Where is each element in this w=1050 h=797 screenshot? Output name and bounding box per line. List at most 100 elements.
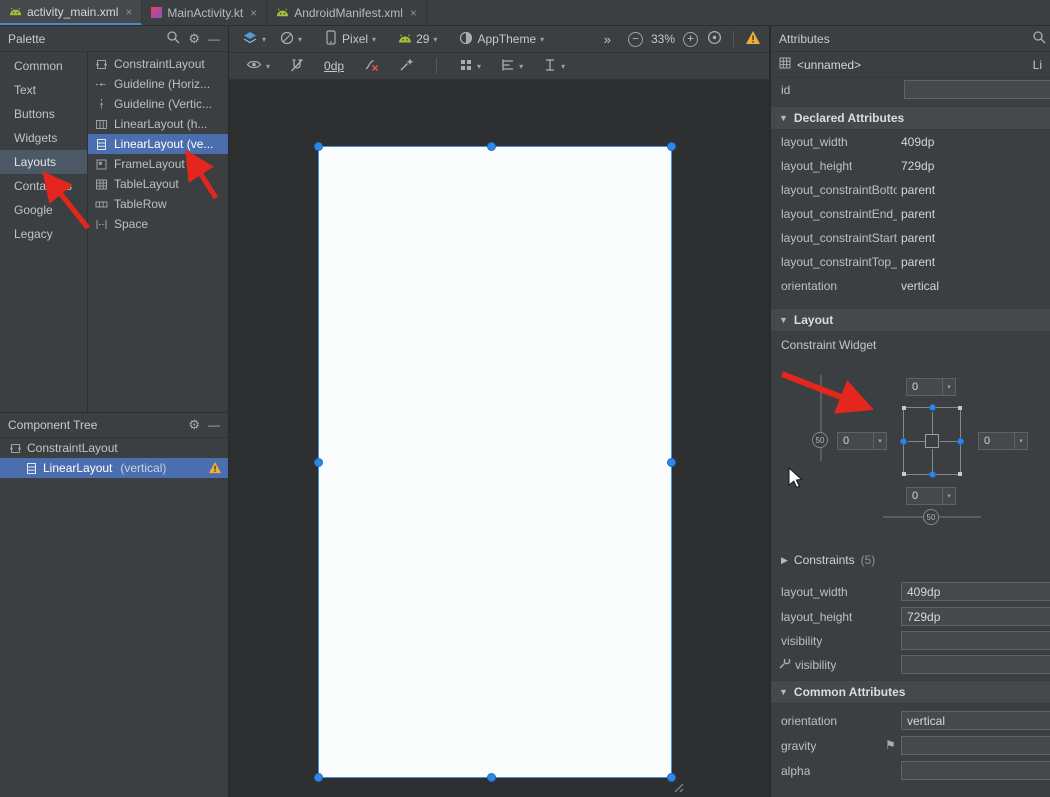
bottom-anchor[interactable]: [929, 471, 936, 478]
resize-corner-handle[interactable]: [671, 780, 685, 797]
zoom-in-button[interactable]: +: [683, 32, 698, 47]
attr-value[interactable]: parent: [901, 250, 935, 274]
orientation-field[interactable]: vertical: [901, 711, 1050, 730]
warnings-indicator-button[interactable]: [745, 30, 761, 48]
close-icon[interactable]: ×: [410, 6, 417, 20]
right-anchor[interactable]: [957, 438, 964, 445]
palette-header: Palette ⚙ —: [0, 26, 228, 52]
attr-value[interactable]: parent: [901, 226, 935, 250]
attr-value[interactable]: parent: [901, 178, 935, 202]
pack-button[interactable]: ▾: [454, 56, 486, 77]
api-level-button[interactable]: 29 ▾: [393, 30, 442, 48]
selection-handle[interactable]: [667, 142, 676, 151]
gravity-field[interactable]: [901, 736, 1050, 755]
design-surface-mode-button[interactable]: ▾: [237, 29, 271, 49]
palette-item-guideline-vertical[interactable]: Guideline (Vertic...: [88, 94, 228, 114]
palette-item-guideline-horizontal[interactable]: Guideline (Horiz...: [88, 74, 228, 94]
palette-item-linearlayout-vertical[interactable]: LinearLayout (ve...: [88, 134, 228, 154]
palette-category-containers[interactable]: Containers: [0, 174, 87, 198]
tab-mainactivity-kt[interactable]: MainActivity.kt ×: [142, 0, 267, 25]
alpha-field[interactable]: [901, 761, 1050, 780]
attr-value[interactable]: parent: [901, 202, 935, 226]
tools-visibility-field[interactable]: [901, 655, 1050, 674]
attr-value[interactable]: 729dp: [901, 154, 934, 178]
top-anchor[interactable]: [929, 404, 936, 411]
minimize-icon[interactable]: —: [208, 418, 220, 432]
guidelines-button[interactable]: ▾: [538, 56, 570, 77]
search-icon[interactable]: [166, 30, 180, 47]
zoom-out-button[interactable]: −: [628, 32, 643, 47]
infer-constraints-button[interactable]: [394, 55, 419, 77]
vertical-bias-track[interactable]: [820, 375, 822, 461]
align-button[interactable]: ▾: [496, 56, 528, 77]
palette-item-space[interactable]: Space: [88, 214, 228, 234]
palette-item-framelayout[interactable]: FrameLayout: [88, 154, 228, 174]
minimize-icon[interactable]: —: [208, 32, 220, 46]
chevron-down-icon[interactable]: ▾: [873, 433, 886, 449]
zoom-fit-button[interactable]: [707, 30, 722, 48]
gear-icon[interactable]: ⚙: [188, 417, 200, 433]
palette-category-widgets[interactable]: Widgets: [0, 126, 87, 150]
toolbar-overflow-button[interactable]: »: [599, 30, 616, 49]
tab-activity-main-xml[interactable]: activity_main.xml ×: [0, 0, 142, 25]
attr-value[interactable]: 409dp: [901, 130, 934, 154]
palette-item-constraintlayout[interactable]: ConstraintLayout: [88, 54, 228, 74]
left-anchor[interactable]: [900, 438, 907, 445]
vertical-bias-handle[interactable]: 50: [812, 432, 828, 448]
design-canvas[interactable]: [229, 80, 769, 797]
constraint-widget-center[interactable]: [925, 434, 939, 448]
device-screen-linearlayout[interactable]: [318, 146, 672, 778]
default-margin-button[interactable]: 0dp: [319, 57, 349, 75]
chevron-down-icon[interactable]: ▾: [942, 379, 955, 395]
selection-handle[interactable]: [487, 142, 496, 151]
tab-androidmanifest-xml[interactable]: AndroidManifest.xml ×: [267, 0, 427, 25]
selection-handle[interactable]: [314, 773, 323, 782]
chevron-down-icon: ▾: [561, 62, 565, 71]
chevron-down-icon[interactable]: ▾: [942, 488, 955, 504]
selection-handle[interactable]: [314, 142, 323, 151]
tree-item-constraintlayout[interactable]: ConstraintLayout: [0, 438, 228, 458]
section-title: Common Attributes: [794, 685, 906, 699]
palette-category-text[interactable]: Text: [0, 78, 87, 102]
constraints-group-row[interactable]: ▶ Constraints (5): [771, 548, 1050, 572]
chevron-down-icon[interactable]: ▾: [1014, 433, 1027, 449]
autoconnect-toggle-button[interactable]: [285, 56, 309, 77]
section-layout[interactable]: ▼ Layout: [771, 308, 1050, 332]
theme-selector-button[interactable]: AppTheme ▾: [454, 29, 549, 50]
margin-left-combo[interactable]: 0 ▾: [837, 432, 887, 450]
gear-icon[interactable]: ⚙: [188, 31, 200, 47]
horizontal-bias-handle[interactable]: 50: [923, 509, 939, 525]
palette-category-common[interactable]: Common: [0, 54, 87, 78]
selection-handle[interactable]: [314, 458, 323, 467]
section-declared-attributes[interactable]: ▼ Declared Attributes: [771, 106, 1050, 130]
close-icon[interactable]: ×: [250, 6, 257, 20]
device-selector-button[interactable]: Pixel ▾: [319, 28, 381, 50]
flag-icon[interactable]: ⚑: [885, 738, 896, 752]
layout-width-field[interactable]: 409dp: [901, 582, 1050, 601]
palette-item-linearlayout-horizontal[interactable]: LinearLayout (h...: [88, 114, 228, 134]
palette-item-tablelayout[interactable]: TableLayout: [88, 174, 228, 194]
component-name: <unnamed>: [797, 58, 861, 72]
tree-item-linearlayout-vertical[interactable]: LinearLayout (vertical): [0, 458, 228, 478]
palette-category-legacy[interactable]: Legacy: [0, 222, 87, 246]
attr-label: id: [781, 78, 790, 102]
palette-category-layouts[interactable]: Layouts: [0, 150, 87, 174]
margin-right-combo[interactable]: 0 ▾: [978, 432, 1028, 450]
palette-category-google[interactable]: Google: [0, 198, 87, 222]
attr-value[interactable]: vertical: [901, 274, 939, 298]
visibility-field[interactable]: [901, 631, 1050, 650]
palette-category-buttons[interactable]: Buttons: [0, 102, 87, 126]
margin-top-combo[interactable]: 0 ▾: [906, 378, 956, 396]
close-icon[interactable]: ×: [125, 5, 132, 19]
clear-constraints-button[interactable]: [359, 55, 384, 77]
selection-handle[interactable]: [667, 458, 676, 467]
id-input[interactable]: [904, 80, 1050, 99]
search-icon[interactable]: [1032, 30, 1046, 47]
palette-item-tablerow[interactable]: TableRow: [88, 194, 228, 214]
margin-bottom-combo[interactable]: 0 ▾: [906, 487, 956, 505]
view-options-button[interactable]: ▾: [241, 57, 275, 75]
selection-handle[interactable]: [487, 773, 496, 782]
orientation-button[interactable]: ▾: [275, 29, 307, 50]
layout-height-field[interactable]: 729dp: [901, 607, 1050, 626]
section-common-attributes[interactable]: ▼ Common Attributes: [771, 680, 1050, 704]
